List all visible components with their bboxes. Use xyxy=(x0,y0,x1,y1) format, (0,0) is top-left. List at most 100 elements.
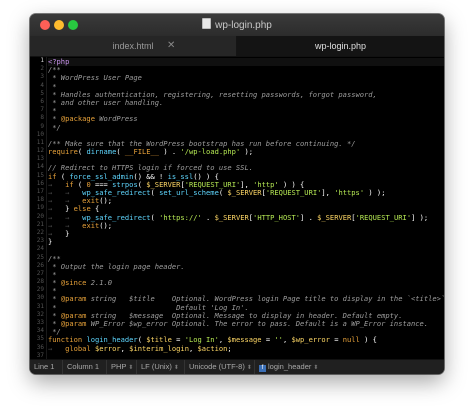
code-token: * and other user handling. xyxy=(48,97,164,107)
window-title: wp-login.php xyxy=(30,18,444,31)
code-token: ); xyxy=(240,147,254,157)
code-token: (); xyxy=(99,220,113,230)
line-number: 36 xyxy=(36,343,44,351)
code-token: @since xyxy=(60,278,87,288)
line-number: 29 xyxy=(36,286,44,294)
code-token: = xyxy=(261,335,275,345)
code-line[interactable]: * Output the login page header. xyxy=(48,261,444,271)
code-token: require xyxy=(48,147,78,157)
line-number: 5 xyxy=(40,89,44,97)
status-line-endings[interactable]: LF (Unix) ⬍ xyxy=(136,360,183,374)
line-number: 23 xyxy=(36,237,44,245)
line-number: 20 xyxy=(36,212,44,220)
line-number: 3 xyxy=(40,73,44,81)
code-token: 'https' xyxy=(334,188,365,197)
code-token: ( xyxy=(150,212,160,222)
code-line[interactable]: → global $error, $interim_login, $action… xyxy=(48,343,444,353)
line-number: 13 xyxy=(36,155,44,163)
code-line[interactable] xyxy=(48,246,444,254)
line-number: 11 xyxy=(36,138,44,146)
code-line[interactable]: * and other user handling. xyxy=(48,97,444,107)
code-token: set_url_scheme xyxy=(159,188,219,197)
line-number: 14 xyxy=(36,163,44,171)
code-token: 'REQUEST_URI' xyxy=(265,188,322,197)
code-line[interactable]: */ xyxy=(48,123,444,132)
line-number-gutter: 1 2 3 4 5 6 7 8 9 10 11 12 13 14 15 16 17 18 19 20 21 22 23 24 2… xyxy=(30,57,47,373)
code-token: ) . xyxy=(159,147,181,157)
title-bar: wp-login.php xyxy=(30,14,444,37)
line-number: 25 xyxy=(36,253,44,261)
code-token: '' xyxy=(274,335,283,345)
line-number: 18 xyxy=(36,196,44,204)
status-language[interactable]: PHP ⬍ xyxy=(106,360,137,374)
editor-window: wp-login.php index.html ✕ wp-login.php 1… xyxy=(30,14,444,374)
line-number: 35 xyxy=(36,335,44,343)
line-number: 6 xyxy=(40,97,44,105)
code-line[interactable]: → → exit(); xyxy=(48,197,444,205)
code-token: ( xyxy=(150,188,160,197)
tab-wp-login-php[interactable]: wp-login.php xyxy=(237,36,444,56)
line-number: 10 xyxy=(36,130,44,138)
code-token: = xyxy=(329,335,343,345)
code-token: ( xyxy=(116,147,125,157)
code-token: $action xyxy=(197,343,228,353)
code-line[interactable]: → → exit(); xyxy=(48,220,444,230)
code-token: 2.1.0 xyxy=(86,278,113,288)
line-number: 22 xyxy=(36,228,44,236)
code-token: ] ); xyxy=(411,212,429,222)
code-token: exit xyxy=(82,220,100,230)
line-number: 19 xyxy=(36,204,44,212)
line-number: 28 xyxy=(36,278,44,286)
line-number: 16 xyxy=(36,179,44,187)
code-line[interactable]: require( dirname( __FILE__ ) . '/wp-load… xyxy=(48,147,444,157)
code-token: , xyxy=(120,343,130,353)
code-token: $_SERVER xyxy=(227,188,262,197)
code-token: ], xyxy=(321,188,335,197)
code-editor[interactable]: 1 2 3 4 5 6 7 8 9 10 11 12 13 14 15 16 17 18 19 20 21 22 23 24 2… xyxy=(30,57,444,373)
chevron-up-down-icon: ⬍ xyxy=(246,365,252,371)
code-line[interactable]: * @since 2.1.0 xyxy=(48,278,444,288)
code-line[interactable]: → } xyxy=(48,229,444,238)
code-area[interactable]: <?php/** * WordPress User Page * * Handl… xyxy=(48,57,444,373)
code-token: __FILE__ xyxy=(124,147,160,157)
code-token: 'REQUEST_URI' xyxy=(355,212,412,222)
code-line[interactable]: * WordPress User Page xyxy=(48,74,444,82)
status-symbol[interactable]: f login_header ⬍ xyxy=(254,360,322,374)
chevron-up-down-icon: ⬍ xyxy=(173,365,179,371)
tab-label: wp-login.php xyxy=(314,41,367,51)
code-line[interactable]: * @package WordPress xyxy=(48,115,444,123)
chevron-up-down-icon: ⬍ xyxy=(313,365,319,371)
code-token: 'HTTP_HOST' xyxy=(253,212,301,222)
status-encoding[interactable]: Unicode (UTF-8) ⬍ xyxy=(184,360,256,374)
code-token: @param xyxy=(60,319,87,328)
line-number: 8 xyxy=(40,114,44,122)
line-number: 31 xyxy=(36,302,44,310)
tab-index-html[interactable]: index.html ✕ xyxy=(30,36,237,56)
status-symbol-label: login_header xyxy=(268,362,312,371)
line-number: 2 xyxy=(40,65,44,73)
status-bar: Line 1 Column 1 PHP ⬍ LF (Unix) ⬍ Unicode … xyxy=(30,359,444,374)
code-token: $error xyxy=(95,343,121,353)
code-token: WordPress xyxy=(94,114,138,124)
code-token: * Output the login page header. xyxy=(48,261,185,271)
line-number: 17 xyxy=(36,188,44,195)
code-token: dirname xyxy=(86,147,117,157)
code-token: . xyxy=(201,212,215,222)
chevron-up-down-icon: ⬍ xyxy=(128,365,134,371)
code-line[interactable]: <?php xyxy=(48,57,444,67)
code-token: ; xyxy=(227,343,232,353)
code-token: $interim_login xyxy=(129,343,189,353)
status-encoding-label: Unicode (UTF-8) xyxy=(189,362,245,371)
code-token: '/wp-load.php' xyxy=(180,147,241,157)
line-number: 9 xyxy=(40,122,44,130)
status-line-endings-label: LF (Unix) xyxy=(141,362,172,371)
tab-label: index.html xyxy=(112,41,154,51)
code-token: ] . xyxy=(300,212,318,222)
code-token: $wp_error xyxy=(291,335,330,345)
code-token: @package xyxy=(60,114,95,124)
close-tab-icon[interactable]: ✕ xyxy=(167,36,175,56)
code-line[interactable]: * @param WP_Error $wp_error Optional. Th… xyxy=(48,319,444,328)
code-line[interactable]: } xyxy=(48,238,444,246)
code-token: , xyxy=(188,343,198,353)
tab-bar: index.html ✕ wp-login.php xyxy=(30,36,444,57)
